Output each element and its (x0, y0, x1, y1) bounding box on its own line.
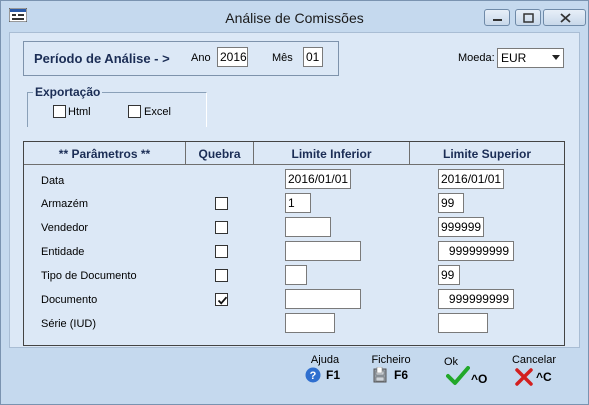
export-html-label: Html (68, 106, 91, 118)
currency-select[interactable]: EUR (497, 48, 564, 68)
cancel-button[interactable]: Cancelar ^C (509, 354, 559, 386)
col-header-lower-limit: Limite Inferior (254, 142, 410, 165)
export-excel-label: Excel (144, 106, 171, 118)
documento-lower-field[interactable] (285, 289, 361, 309)
maximize-button[interactable] (515, 9, 541, 26)
param-label-documento: Documento (41, 294, 98, 306)
file-button[interactable]: Ficheiro F6 (369, 354, 413, 384)
file-cabinet-icon (373, 367, 387, 383)
currency-value: EUR (501, 51, 527, 65)
cancel-key: ^C (536, 370, 552, 384)
armazem-quebra-checkbox[interactable] (215, 197, 228, 210)
vendedor-upper-field[interactable]: 999999 (438, 217, 484, 237)
param-label-serie: Série (IUD) (41, 318, 97, 330)
month-field[interactable]: 01 (303, 47, 323, 67)
entidade-upper-field[interactable]: 999999999 (438, 241, 514, 261)
tipo-documento-upper-field[interactable]: 99 (438, 265, 460, 285)
ok-button[interactable]: Ok ^O (444, 356, 490, 388)
help-key: F1 (326, 368, 341, 382)
vendedor-quebra-checkbox[interactable] (215, 221, 228, 234)
serie-upper-field[interactable] (438, 313, 488, 333)
currency-label: Moeda: (458, 52, 495, 64)
param-label-data: Data (41, 175, 65, 187)
minimize-button[interactable] (484, 9, 510, 26)
cancel-label: Cancelar (511, 354, 557, 366)
armazem-lower-field[interactable]: 1 (285, 193, 311, 213)
param-label-armazem: Armazém (41, 198, 89, 210)
col-header-upper-limit: Limite Superior (410, 142, 564, 165)
entidade-quebra-checkbox[interactable] (215, 245, 228, 258)
col-header-parameters: ** Parâmetros ** (24, 142, 186, 165)
title-bar: Análise de Comissões (1, 1, 588, 32)
file-label: Ficheiro (371, 354, 411, 366)
serie-lower-field[interactable] (285, 313, 335, 333)
param-label-entidade: Entidade (41, 246, 85, 258)
export-html-checkbox[interactable] (53, 105, 66, 118)
param-label-tipo-documento: Tipo de Documento (41, 270, 137, 282)
year-field[interactable]: 2016 (217, 47, 248, 67)
year-label: Ano (191, 52, 211, 64)
param-label-vendedor: Vendedor (41, 222, 89, 234)
data-upper-field[interactable]: 2016/01/01 (438, 169, 504, 189)
report-window: Análise de Comissões Período de Análise … (0, 0, 589, 405)
checkmark-icon (446, 366, 470, 385)
close-button[interactable] (543, 9, 586, 26)
export-title: Exportação (33, 85, 103, 99)
help-label: Ajuda (310, 354, 340, 366)
tipo-documento-quebra-checkbox[interactable] (215, 269, 228, 282)
data-lower-field[interactable]: 2016/01/01 (285, 169, 351, 189)
col-header-quebra: Quebra (186, 142, 254, 165)
documento-upper-field[interactable]: 999999999 (438, 289, 514, 309)
close-icon (515, 368, 533, 386)
checkmark-icon (217, 296, 228, 305)
tipo-documento-lower-field[interactable] (285, 265, 307, 285)
documento-quebra-checkbox[interactable] (215, 293, 228, 306)
vendedor-lower-field[interactable] (285, 217, 331, 237)
help-button[interactable]: Ajuda ? F1 (305, 354, 345, 384)
svg-text:?: ? (310, 370, 317, 382)
help-icon: ? (305, 367, 321, 383)
ok-key: ^O (471, 372, 488, 386)
export-excel-checkbox[interactable] (128, 105, 141, 118)
month-label: Mês (272, 52, 293, 64)
period-label: Período de Análise - > (34, 51, 170, 66)
chevron-down-icon (552, 55, 560, 60)
entidade-lower-field[interactable] (285, 241, 361, 261)
armazem-upper-field[interactable]: 99 (438, 193, 464, 213)
file-key: F6 (394, 368, 409, 382)
